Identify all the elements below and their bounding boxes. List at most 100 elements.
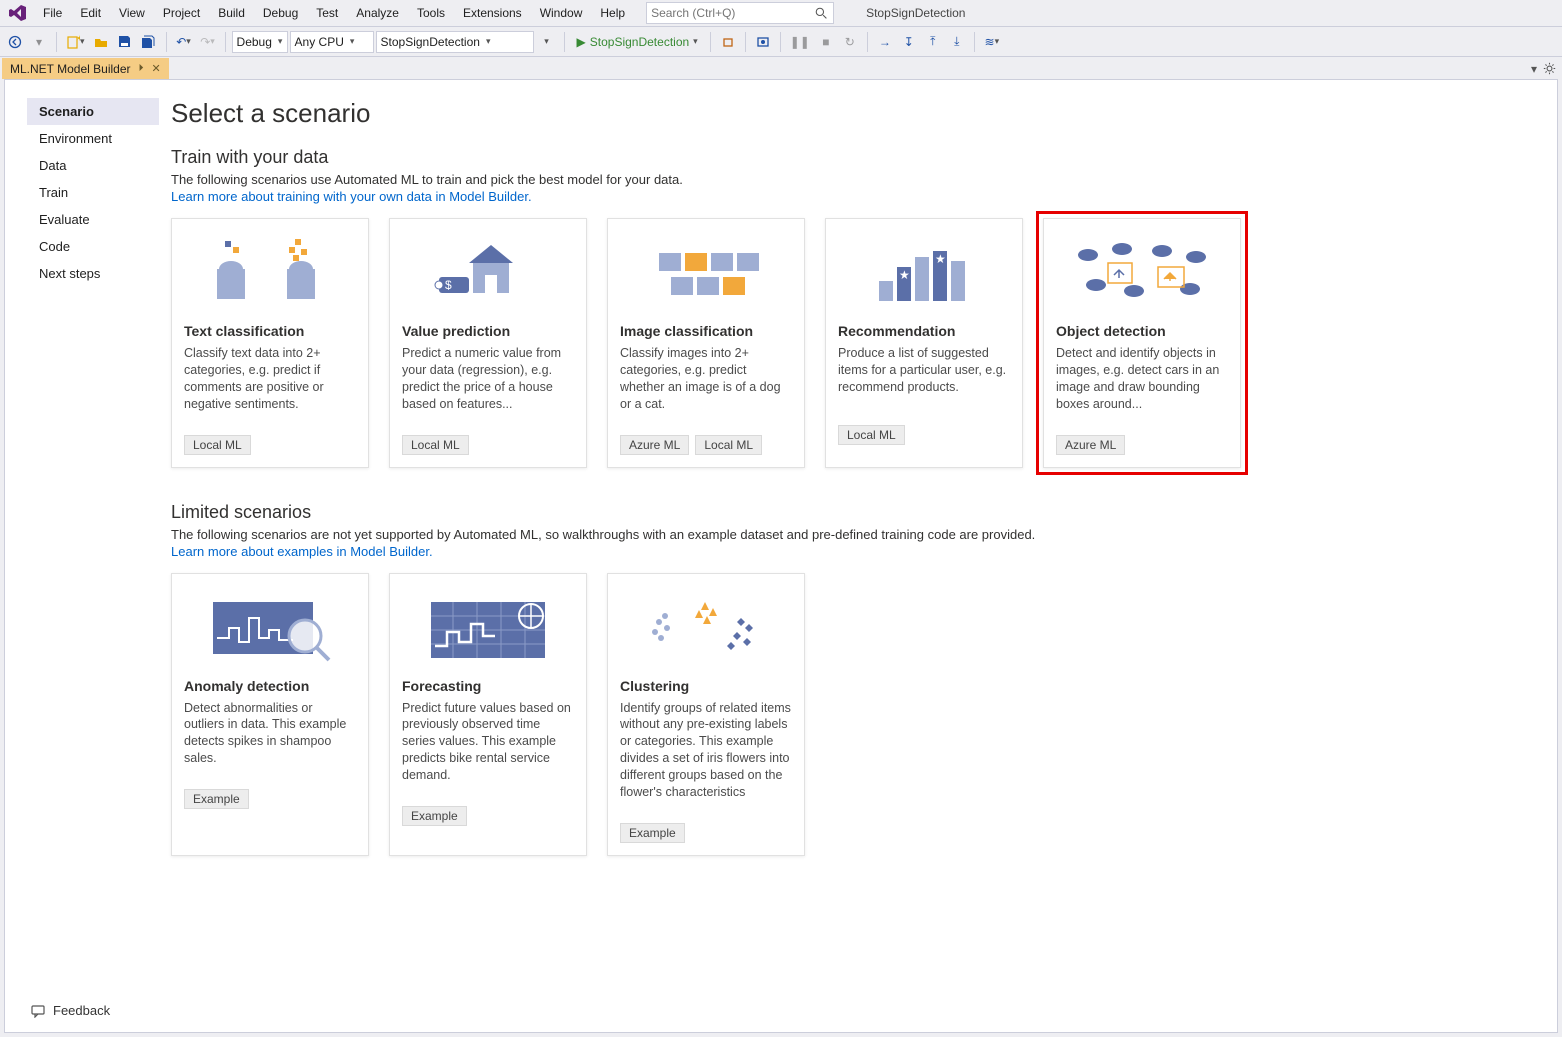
- step-into-button[interactable]: →: [874, 31, 896, 53]
- section1-desc: The following scenarios use Automated ML…: [171, 172, 1279, 187]
- tag: Azure ML: [620, 435, 689, 455]
- menu-tools[interactable]: Tools: [408, 2, 454, 24]
- menu-bar: File Edit View Project Build Debug Test …: [0, 0, 1562, 27]
- card-title: Clustering: [620, 678, 792, 694]
- start-split-caret[interactable]: ▾: [536, 31, 558, 53]
- card-title: Recommendation: [838, 323, 1010, 339]
- step-train[interactable]: Train: [27, 179, 159, 206]
- section2-link[interactable]: Learn more about examples in Model Build…: [171, 544, 433, 559]
- menu-edit[interactable]: Edit: [71, 2, 110, 24]
- live-share-button[interactable]: [752, 31, 774, 53]
- undo-button[interactable]: ↶▾: [173, 31, 195, 53]
- step-environment[interactable]: Environment: [27, 125, 159, 152]
- toolbar: ▾ ✶▾ ↶▾ ↷▾ Debug▾ Any CPU▾ StopSignDetec…: [0, 27, 1562, 57]
- config-dropdown[interactable]: Debug▾: [232, 31, 288, 53]
- object-detect-icon: [1056, 229, 1228, 317]
- card-desc: Identify groups of related items without…: [620, 700, 792, 801]
- debug-stop-button[interactable]: ■: [815, 31, 837, 53]
- card-object-detection[interactable]: Object detection Detect and identify obj…: [1043, 218, 1241, 468]
- global-search[interactable]: [646, 2, 834, 24]
- tag: Azure ML: [1056, 435, 1125, 455]
- cluster-icon: [620, 584, 792, 672]
- menu-analyze[interactable]: Analyze: [347, 2, 408, 24]
- step-scenario[interactable]: Scenario: [27, 98, 159, 125]
- card-title: Object detection: [1056, 323, 1228, 339]
- close-tab-icon[interactable]: ✕: [152, 62, 161, 75]
- card-forecasting[interactable]: Forecasting Predict future values based …: [389, 573, 587, 856]
- card-title: Anomaly detection: [184, 678, 356, 694]
- vs-logo-icon: [8, 5, 28, 21]
- section1-link[interactable]: Learn more about training with your own …: [171, 189, 532, 204]
- step-over-button[interactable]: ↧: [898, 31, 920, 53]
- card-clustering[interactable]: Clustering Identify groups of related it…: [607, 573, 805, 856]
- card-desc: Detect abnormalities or outliers in data…: [184, 700, 356, 768]
- tab-settings-icon[interactable]: [1543, 62, 1556, 75]
- tag: Local ML: [838, 425, 905, 445]
- doc-tab-model-builder[interactable]: ML.NET Model Builder ⏵ ✕: [2, 58, 169, 79]
- start-debug-button[interactable]: ▶StopSignDetection▾: [571, 31, 704, 53]
- open-button[interactable]: [90, 31, 112, 53]
- config-value: Debug: [237, 35, 272, 49]
- debug-restart-button[interactable]: ↻: [839, 31, 861, 53]
- menu-file[interactable]: File: [34, 2, 71, 24]
- card-recommendation[interactable]: ★★ Recommendation Produce a list of sugg…: [825, 218, 1023, 468]
- card-value-prediction[interactable]: $ Value prediction Predict a numeric val…: [389, 218, 587, 468]
- startup-dropdown[interactable]: StopSignDetection▾: [376, 31, 534, 53]
- menu-build[interactable]: Build: [209, 2, 254, 24]
- step-next[interactable]: Next steps: [27, 260, 159, 287]
- card-title: Text classification: [184, 323, 356, 339]
- card-desc: Detect and identify objects in images, e…: [1056, 345, 1228, 413]
- menu-view[interactable]: View: [110, 2, 154, 24]
- section2-title: Limited scenarios: [171, 502, 1279, 523]
- page-title: Select a scenario: [171, 98, 1279, 129]
- tag: Example: [402, 806, 467, 826]
- nav-back-button[interactable]: [4, 31, 26, 53]
- attach-button[interactable]: [717, 31, 739, 53]
- search-input[interactable]: [651, 6, 815, 20]
- start-label: StopSignDetection: [590, 35, 689, 49]
- save-button[interactable]: [114, 31, 136, 53]
- svg-text:$: $: [445, 278, 452, 292]
- main-panel: Select a scenario Train with your data T…: [159, 98, 1279, 890]
- tab-overflow-caret[interactable]: ▾: [1531, 62, 1537, 76]
- menu-help[interactable]: Help: [591, 2, 634, 24]
- value-pred-icon: $: [402, 229, 574, 317]
- card-image-classification[interactable]: Image classification Classify images int…: [607, 218, 805, 468]
- step-evaluate[interactable]: Evaluate: [27, 206, 159, 233]
- menu-window[interactable]: Window: [531, 2, 592, 24]
- card-anomaly-detection[interactable]: Anomaly detection Detect abnormalities o…: [171, 573, 369, 856]
- diag-button[interactable]: ≋▾: [981, 31, 1003, 53]
- card-desc: Predict future values based on previousl…: [402, 700, 574, 784]
- platform-dropdown[interactable]: Any CPU▾: [290, 31, 374, 53]
- step-data[interactable]: Data: [27, 152, 159, 179]
- card-desc: Produce a list of suggested items for a …: [838, 345, 1010, 403]
- forecast-icon: [402, 584, 574, 672]
- redo-button[interactable]: ↷▾: [197, 31, 219, 53]
- wizard-steps: Scenario Environment Data Train Evaluate…: [27, 98, 159, 890]
- text-class-icon: [184, 229, 356, 317]
- card-title: Value prediction: [402, 323, 574, 339]
- pin-icon[interactable]: ⏵: [139, 63, 144, 74]
- debug-pause-button[interactable]: ❚❚: [787, 31, 813, 53]
- menu-test[interactable]: Test: [307, 2, 347, 24]
- menu-extensions[interactable]: Extensions: [454, 2, 531, 24]
- tag: Local ML: [402, 435, 469, 455]
- card-title: Image classification: [620, 323, 792, 339]
- card-text-classification[interactable]: Text classification Classify text data i…: [171, 218, 369, 468]
- new-item-button[interactable]: ✶▾: [63, 31, 88, 53]
- recommend-icon: ★★: [838, 229, 1010, 317]
- save-all-button[interactable]: [138, 31, 160, 53]
- feedback-link[interactable]: Feedback: [31, 1003, 110, 1018]
- step-out-b-button[interactable]: ⤓: [946, 31, 968, 53]
- platform-value: Any CPU: [295, 35, 344, 49]
- step-out-a-button[interactable]: ⤒: [922, 31, 944, 53]
- menu-debug[interactable]: Debug: [254, 2, 307, 24]
- tag: Example: [184, 789, 249, 809]
- doc-tab-title: ML.NET Model Builder: [10, 62, 131, 76]
- section1-title: Train with your data: [171, 147, 1279, 168]
- nav-fwd-button[interactable]: ▾: [28, 31, 50, 53]
- tag: Local ML: [184, 435, 251, 455]
- menu-project[interactable]: Project: [154, 2, 209, 24]
- startup-value: StopSignDetection: [381, 35, 480, 49]
- step-code[interactable]: Code: [27, 233, 159, 260]
